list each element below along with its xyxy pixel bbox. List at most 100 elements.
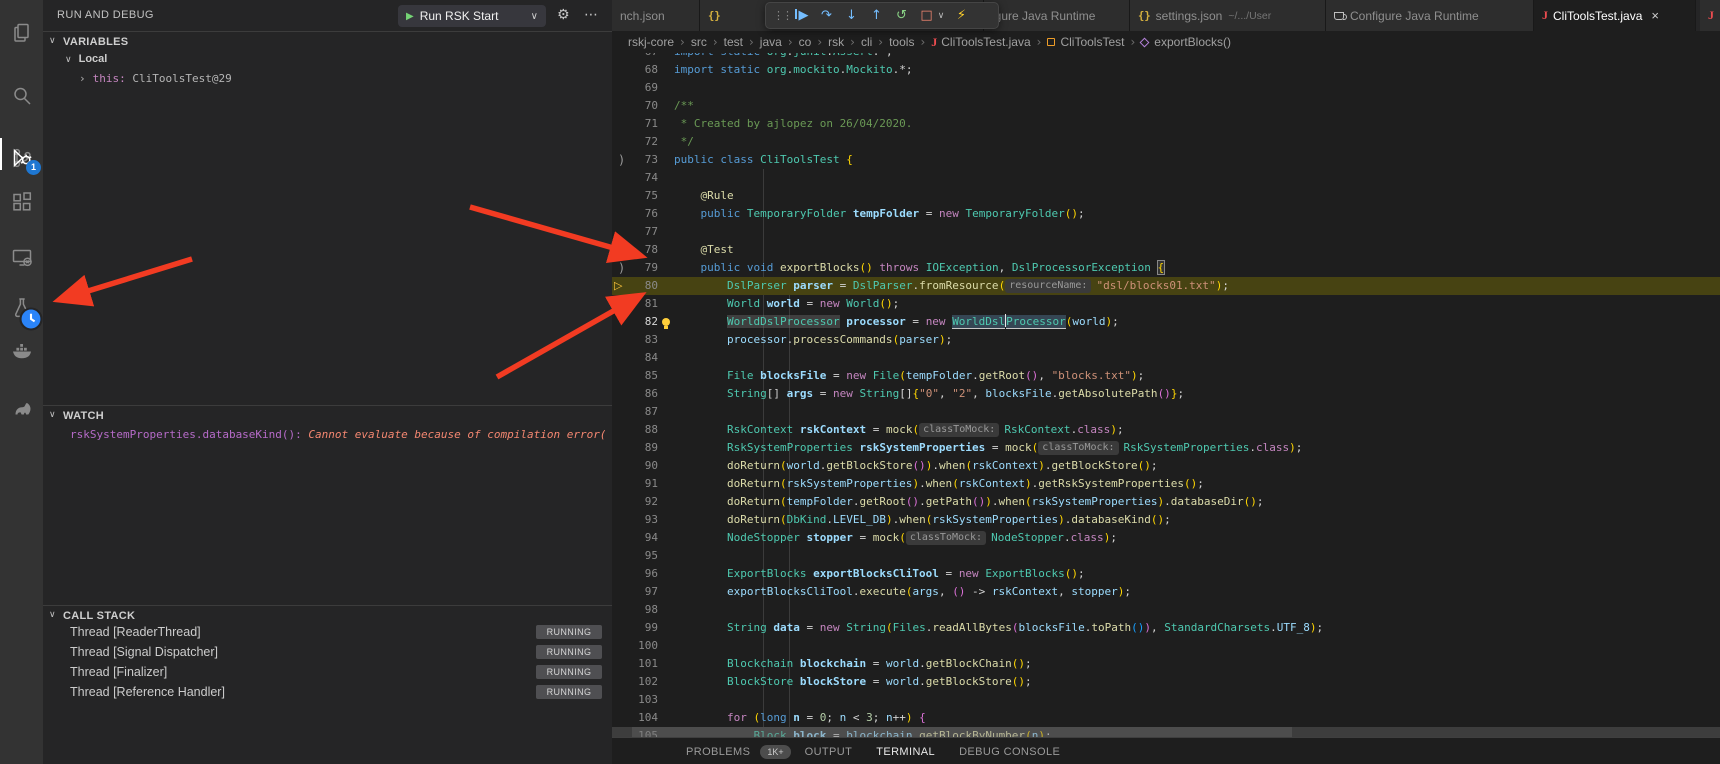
line-number[interactable]: 89: [630, 439, 658, 457]
line-number[interactable]: 99: [630, 619, 658, 637]
code-text[interactable]: doReturn(DbKind.LEVEL_DB).when(rskSystem…: [674, 511, 1171, 529]
call-stack-thread-row[interactable]: Thread [ReaderThread]RUNNING: [43, 622, 612, 642]
line-number[interactable]: 90: [630, 457, 658, 475]
editor-tab-icon-6[interactable]: J: [1700, 0, 1720, 31]
run-configuration-button[interactable]: ▶ Run RSK Start ∨: [398, 5, 546, 27]
call-stack-thread-row[interactable]: Thread [Finalizer]RUNNING: [43, 662, 612, 682]
line-number[interactable]: 77: [630, 223, 658, 241]
line-number[interactable]: 102: [630, 673, 658, 691]
line-number[interactable]: 87: [630, 403, 658, 421]
stop-icon[interactable]: □: [917, 8, 936, 23]
breadcrumb-item-exportBlocks()[interactable]: exportBlocks(): [1141, 35, 1231, 49]
code-line-74[interactable]: 74: [612, 169, 1720, 187]
line-number[interactable]: 69: [630, 79, 658, 97]
code-text[interactable]: DslParser parser = DslParser.fromResourc…: [674, 277, 1229, 295]
code-text[interactable]: String data = new String(Files.readAllBy…: [674, 619, 1323, 637]
lightbulb-icon[interactable]: [662, 318, 670, 326]
more-actions-icon[interactable]: ⋯: [584, 7, 598, 23]
panel-tab-output[interactable]: OUTPUT: [805, 746, 853, 758]
fold-arc-icon[interactable]: ): [618, 151, 625, 169]
panel-tab-terminal[interactable]: TERMINAL: [876, 746, 935, 758]
docker-icon[interactable]: [0, 331, 43, 371]
code-line-84[interactable]: 84: [612, 349, 1720, 367]
line-number[interactable]: 79: [630, 259, 658, 277]
code-text[interactable]: NodeStopper stopper = mock(classToMock:N…: [674, 529, 1117, 547]
code-line-98[interactable]: 98: [612, 601, 1720, 619]
code-text[interactable]: @Test: [674, 241, 734, 259]
panel-tab-problems[interactable]: PROBLEMS: [686, 746, 750, 758]
code-line-102[interactable]: 102 BlockStore blockStore = world.getBlo…: [612, 673, 1720, 691]
code-line-86[interactable]: 86 String[] args = new String[]{"0", "2"…: [612, 385, 1720, 403]
step-into-icon[interactable]: ↓: [842, 8, 861, 23]
code-line-80[interactable]: ▷80 DslParser parser = DslParser.fromRes…: [612, 277, 1720, 295]
editor-tab-settings.json[interactable]: {}settings.json~/.../User: [1130, 0, 1326, 31]
hot-code-replace-icon[interactable]: ⚡: [952, 8, 971, 23]
step-out-icon[interactable]: ↑: [867, 8, 886, 23]
line-number[interactable]: 71: [630, 115, 658, 133]
editor-tab-igure Java Runtime[interactable]: igure Java Runtime: [984, 0, 1130, 31]
breadcrumb-item-co[interactable]: co: [799, 35, 812, 49]
line-number[interactable]: 91: [630, 475, 658, 493]
panel-tab-debug-console[interactable]: DEBUG CONSOLE: [959, 746, 1060, 758]
code-text[interactable]: public void exportBlocks() throws IOExce…: [674, 259, 1164, 277]
code-line-91[interactable]: 91 doReturn(rskSystemProperties).when(rs…: [612, 475, 1720, 493]
code-line-78[interactable]: 78 @Test: [612, 241, 1720, 259]
line-number[interactable]: 68: [630, 61, 658, 79]
line-number[interactable]: 94: [630, 529, 658, 547]
code-line-70[interactable]: 70/**: [612, 97, 1720, 115]
breadcrumb-item-test[interactable]: test: [724, 35, 743, 49]
breadcrumb-item-rsk[interactable]: rsk: [828, 35, 844, 49]
line-number[interactable]: 103: [630, 691, 658, 709]
code-line-89[interactable]: 89 RskSystemProperties rskSystemProperti…: [612, 439, 1720, 457]
line-number[interactable]: 85: [630, 367, 658, 385]
editor-tab-nch.json[interactable]: nch.json: [612, 0, 700, 31]
breadcrumb-item-cli[interactable]: cli: [861, 35, 872, 49]
code-text[interactable]: */: [674, 133, 694, 151]
code-line-69[interactable]: 69: [612, 79, 1720, 97]
code-line-73[interactable]: )73public class CliToolsTest {: [612, 151, 1720, 169]
code-line-93[interactable]: 93 doReturn(DbKind.LEVEL_DB).when(rskSys…: [612, 511, 1720, 529]
code-line-92[interactable]: 92 doReturn(tempFolder.getRoot().getPath…: [612, 493, 1720, 511]
code-text[interactable]: public class CliToolsTest {: [674, 151, 853, 169]
code-line-85[interactable]: 85 File blocksFile = new File(tempFolder…: [612, 367, 1720, 385]
line-number[interactable]: 97: [630, 583, 658, 601]
code-text[interactable]: BlockStore blockStore = world.getBlockSt…: [674, 673, 1032, 691]
code-line-90[interactable]: 90 doReturn(world.getBlockStore()).when(…: [612, 457, 1720, 475]
line-number[interactable]: 88: [630, 421, 658, 439]
code-line-82[interactable]: 82 WorldDslProcessor processor = new Wor…: [612, 313, 1720, 331]
breadcrumb-item-rskj-core[interactable]: rskj-core: [628, 35, 674, 49]
run-and-debug-icon[interactable]: 1: [0, 133, 43, 173]
code-text[interactable]: RskContext rskContext = mock(classToMock…: [674, 421, 1124, 439]
line-number[interactable]: 100: [630, 637, 658, 655]
fold-arc-icon[interactable]: ): [618, 259, 625, 277]
line-number[interactable]: 74: [630, 169, 658, 187]
code-text[interactable]: ExportBlocks exportBlocksCliTool = new E…: [674, 565, 1085, 583]
line-number[interactable]: 83: [630, 331, 658, 349]
code-line-76[interactable]: 76 public TemporaryFolder tempFolder = n…: [612, 205, 1720, 223]
call-stack-thread-row[interactable]: Thread [Reference Handler]RUNNING: [43, 682, 612, 702]
code-text[interactable]: File blocksFile = new File(tempFolder.ge…: [674, 367, 1144, 385]
breadcrumb-item-java[interactable]: java: [760, 35, 782, 49]
line-number[interactable]: 76: [630, 205, 658, 223]
code-line-75[interactable]: 75 @Rule: [612, 187, 1720, 205]
line-number[interactable]: 72: [630, 133, 658, 151]
code-text[interactable]: processor.processCommands(parser);: [674, 331, 952, 349]
line-number[interactable]: 78: [630, 241, 658, 259]
line-number[interactable]: 96: [630, 565, 658, 583]
code-line-81[interactable]: 81 World world = new World();: [612, 295, 1720, 313]
code-line-68[interactable]: 68import static org.mockito.Mockito.*;: [612, 61, 1720, 79]
line-number[interactable]: 81: [630, 295, 658, 313]
code-line-101[interactable]: 101 Blockchain blockchain = world.getBlo…: [612, 655, 1720, 673]
remote-explorer-icon[interactable]: [0, 238, 43, 278]
watch-section-header[interactable]: ∨ WATCH: [43, 405, 612, 425]
code-line-87[interactable]: 87: [612, 403, 1720, 421]
code-line-79[interactable]: ) 79 public void exportBlocks() throws IO…: [612, 259, 1720, 277]
breadcrumb-item-src[interactable]: src: [691, 35, 707, 49]
line-number[interactable]: 86: [630, 385, 658, 403]
line-number[interactable]: 104: [630, 709, 658, 727]
search-icon[interactable]: [0, 76, 43, 116]
testing-icon[interactable]: [0, 288, 43, 328]
close-icon[interactable]: ×: [1651, 9, 1659, 22]
code-text[interactable]: World world = new World();: [674, 295, 899, 313]
code-text[interactable]: exportBlocksCliTool.execute(args, () -> …: [674, 583, 1131, 601]
